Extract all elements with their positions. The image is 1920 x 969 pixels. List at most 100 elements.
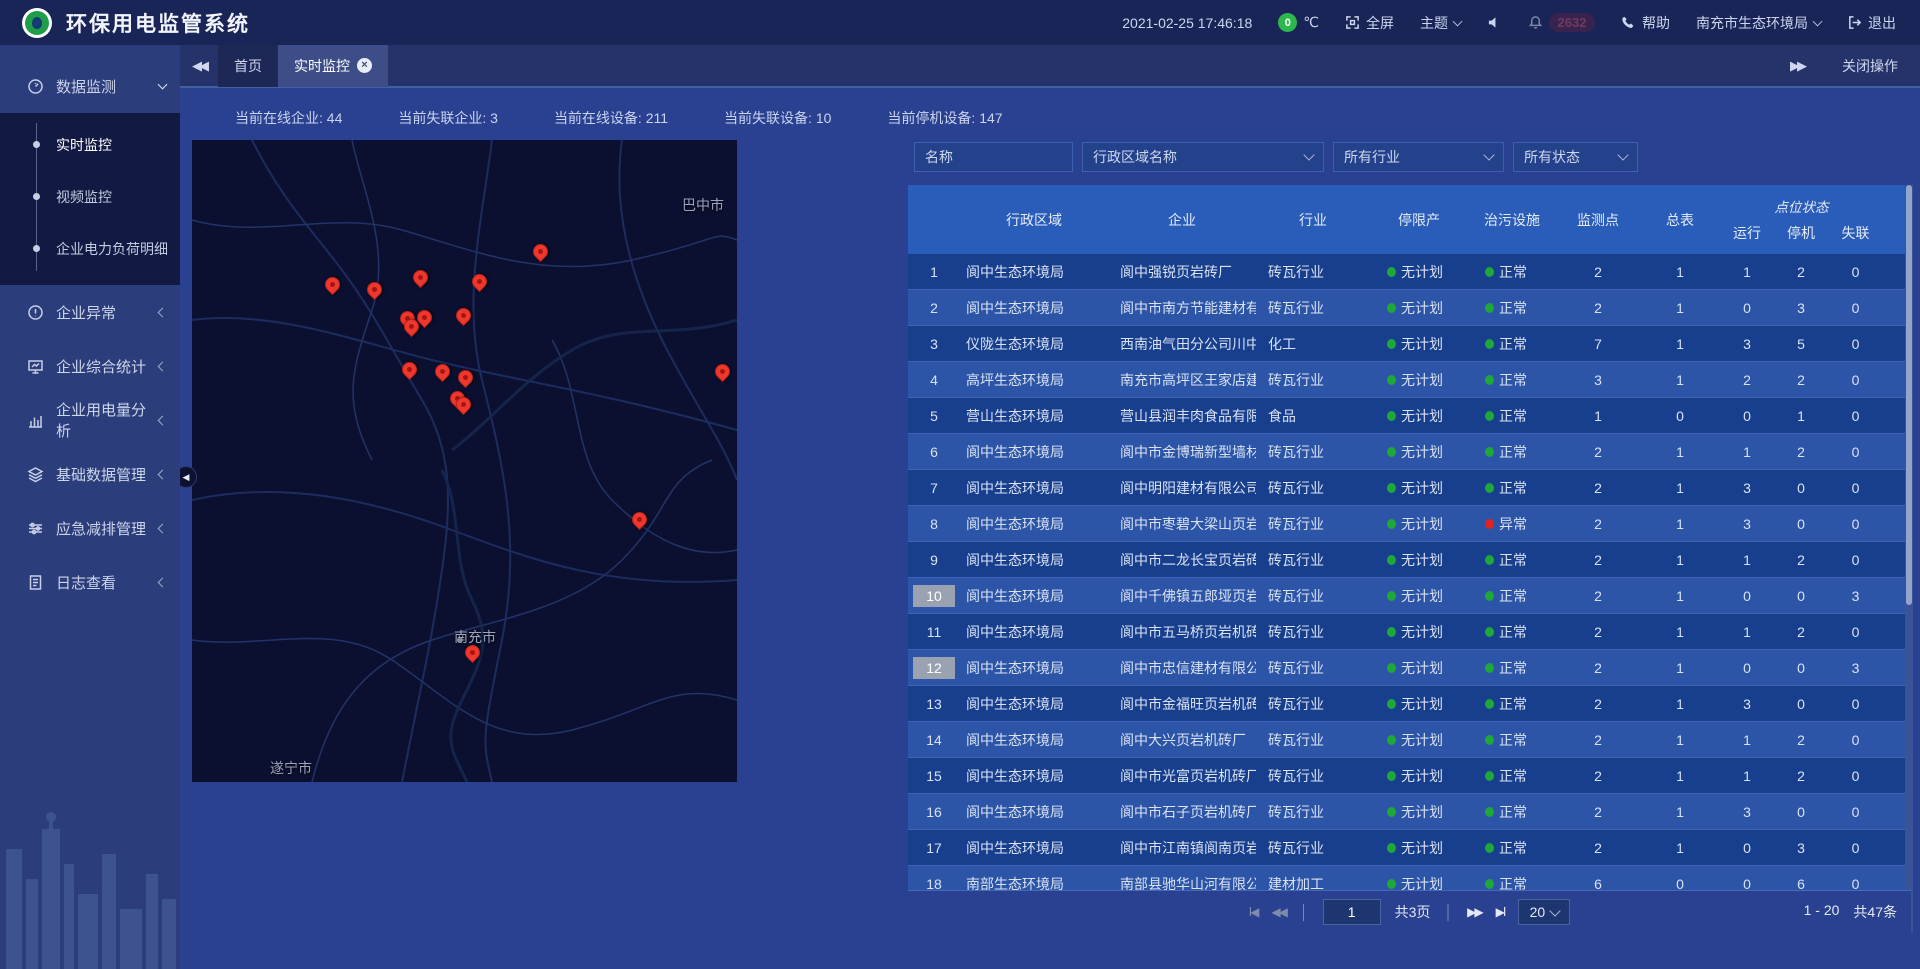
board-icon	[27, 358, 44, 375]
stat-value: 211	[646, 110, 668, 126]
col-stop-header: 停机	[1774, 218, 1828, 254]
tabs-scroll-left-button[interactable]: ◀◀	[180, 58, 218, 74]
table-row[interactable]: 10阆中生态环境局阆中千佛镇五郎垭页岩砖瓦行业无计划正常21003	[908, 578, 1911, 614]
map-panel[interactable]: 巴中市南充市遂宁市	[192, 140, 737, 782]
table-row[interactable]: 4高坪生态环境局南充市高坪区王家店建砖瓦行业无计划正常31220	[908, 362, 1911, 398]
stat-value: 44	[327, 110, 343, 126]
next-page-button[interactable]: ▶▶	[1467, 905, 1481, 919]
table-row[interactable]: 15阆中生态环境局阆中市光富页岩机砖厂砖瓦行业无计划正常21120	[908, 758, 1911, 794]
table-row[interactable]: 16阆中生态环境局阆中市石子页岩机砖厂砖瓦行业无计划正常21300	[908, 794, 1911, 830]
sidebar-item-日志查看[interactable]: 日志查看	[0, 555, 180, 609]
row-index-cell: 16	[908, 798, 960, 826]
stop-count-cell: 2	[1774, 624, 1828, 640]
fullscreen-button[interactable]: 全屏	[1345, 13, 1394, 33]
region-cell: 阆中生态环境局	[960, 658, 1108, 678]
sidebar-subitem-视频监控[interactable]: 视频监控	[0, 171, 180, 223]
row-index-cell: 2	[908, 294, 960, 322]
chevron-left-icon	[158, 307, 168, 317]
row-index: 12	[913, 657, 955, 679]
company-cell: 阆中明阳建材有限公司	[1108, 478, 1256, 498]
region-filter-select[interactable]: 行政区域名称	[1082, 142, 1324, 172]
run-count-cell: 1	[1720, 768, 1774, 784]
industry-cell: 砖瓦行业	[1256, 694, 1370, 714]
sidebar-item-基础数据管理[interactable]: 基础数据管理	[0, 447, 180, 501]
pagination-bar: Ⅰ◀ ◀◀ │ 共3页 │ ▶▶ ▶Ⅰ 20 1 - 20	[908, 890, 1911, 933]
table-row[interactable]: 7阆中生态环境局阆中明阳建材有限公司砖瓦行业无计划正常21300	[908, 470, 1911, 506]
region-cell: 阆中生态环境局	[960, 478, 1108, 498]
temperature-unit: ℃	[1303, 14, 1319, 31]
table-row[interactable]: 9阆中生态环境局阆中市二龙长宝页岩砖砖瓦行业无计划正常21120	[908, 542, 1911, 578]
table-row[interactable]: 2阆中生态环境局阆中市南方节能建材有砖瓦行业无计划正常21030	[908, 290, 1911, 326]
stat-当前停机设备: 当前停机设备: 147	[887, 108, 1002, 128]
limit-status-cell: 无计划	[1370, 514, 1468, 534]
table-row[interactable]: 1阆中生态环境局阆中强锐页岩砖厂砖瓦行业无计划正常21120	[908, 254, 1911, 290]
facility-status-label: 正常	[1499, 730, 1527, 750]
sidebar-subitem-实时监控[interactable]: 实时监控	[0, 119, 180, 171]
org-dropdown[interactable]: 南充市生态环境局	[1696, 13, 1821, 33]
notifications[interactable]: 2632	[1528, 13, 1595, 32]
status-filter-select[interactable]: 所有状态	[1513, 142, 1638, 172]
status-dot-icon	[1387, 555, 1396, 565]
tabs-scroll-right-button[interactable]: ▶▶	[1778, 58, 1816, 74]
table-row[interactable]: 17阆中生态环境局阆中市江南镇阆南页岩砖瓦行业无计划正常21030	[908, 830, 1911, 866]
row-index: 1	[930, 264, 938, 280]
chart-icon	[27, 412, 44, 429]
sidebar-item-数据监测[interactable]: 数据监测	[0, 59, 180, 113]
theme-dropdown[interactable]: 主题	[1420, 13, 1461, 33]
row-index: 8	[930, 516, 938, 532]
facility-status-cell: 正常	[1468, 334, 1556, 354]
industry-filter-select[interactable]: 所有行业	[1333, 142, 1504, 172]
table-row[interactable]: 14阆中生态环境局阆中大兴页岩机砖厂砖瓦行业无计划正常21120	[908, 722, 1911, 758]
sidebar-item-企业用电量分析[interactable]: 企业用电量分析	[0, 393, 180, 447]
tab-首页[interactable]: 首页	[218, 44, 278, 87]
limit-status-cell: 无计划	[1370, 586, 1468, 606]
sidebar-item-企业异常[interactable]: 企业异常	[0, 285, 180, 339]
lost-count-cell: 0	[1828, 264, 1883, 280]
points-cell: 2	[1556, 264, 1640, 280]
logout-button[interactable]: 退出	[1847, 13, 1896, 33]
table-row[interactable]: 5营山生态环境局营山县润丰肉食品有限食品无计划正常10010	[908, 398, 1911, 434]
limit-status-label: 无计划	[1401, 730, 1443, 750]
lost-count-cell: 0	[1828, 516, 1883, 532]
tab-实时监控[interactable]: 实时监控×	[278, 44, 388, 87]
facility-status-label: 正常	[1499, 694, 1527, 714]
row-total-label: 共47条	[1853, 902, 1897, 922]
limit-status-cell: 无计划	[1370, 370, 1468, 390]
facility-status-cell: 正常	[1468, 298, 1556, 318]
stat-当前在线企业: 当前在线企业: 44	[235, 108, 342, 128]
table-row[interactable]: 11阆中生态环境局阆中市五马桥页岩机砖砖瓦行业无计划正常21120	[908, 614, 1911, 650]
facility-status-label: 正常	[1499, 262, 1527, 282]
last-page-button[interactable]: ▶Ⅰ	[1496, 905, 1505, 919]
table-row[interactable]: 3仪陇生态环境局西南油气田分公司川中化工无计划正常71350	[908, 326, 1911, 362]
status-dot-icon	[1485, 627, 1494, 637]
lost-count-cell: 0	[1828, 480, 1883, 496]
table-scrollbar[interactable]	[1905, 185, 1913, 933]
sidebar-item-label: 基础数据管理	[56, 464, 159, 485]
sidebar-subitem-企业电力负荷明细[interactable]: 企业电力负荷明细	[0, 223, 180, 275]
first-page-button[interactable]: Ⅰ◀	[1249, 905, 1258, 919]
sidebar-item-label: 企业异常	[56, 302, 159, 323]
points-cell: 3	[1556, 372, 1640, 388]
table-row[interactable]: 13阆中生态环境局阆中市金福旺页岩机砖砖瓦行业无计划正常21300	[908, 686, 1911, 722]
page-size-select[interactable]: 20	[1518, 899, 1570, 925]
sidebar-item-应急减排管理[interactable]: 应急减排管理	[0, 501, 180, 555]
points-cell: 2	[1556, 552, 1640, 568]
sound-toggle[interactable]	[1487, 15, 1502, 30]
close-operations-button[interactable]: 关闭操作	[1842, 56, 1898, 76]
table-row[interactable]: 6阆中生态环境局阆中市金博瑞新型墙材砖瓦行业无计划正常21120	[908, 434, 1911, 470]
table-row[interactable]: 12阆中生态环境局阆中市忠信建材有限公砖瓦行业无计划正常21003	[908, 650, 1911, 686]
prev-page-button[interactable]: ◀◀	[1271, 905, 1285, 919]
region-cell: 阆中生态环境局	[960, 298, 1108, 318]
row-index: 9	[930, 552, 938, 568]
row-index: 16	[926, 804, 942, 820]
tab-close-icon[interactable]: ×	[357, 58, 372, 73]
page-number-input[interactable]	[1323, 899, 1381, 925]
name-filter-input[interactable]	[925, 149, 1062, 165]
company-cell: 阆中市金福旺页岩机砖	[1108, 694, 1256, 714]
col-limit-header: 停限产	[1370, 185, 1468, 254]
scrollbar-thumb[interactable]	[1906, 185, 1912, 605]
table-row[interactable]: 8阆中生态环境局阆中市枣碧大梁山页岩砖瓦行业无计划异常21300	[908, 506, 1911, 542]
help-button[interactable]: 帮助	[1621, 13, 1670, 33]
sidebar-item-企业综合统计[interactable]: 企业综合统计	[0, 339, 180, 393]
region-cell: 营山生态环境局	[960, 406, 1108, 426]
